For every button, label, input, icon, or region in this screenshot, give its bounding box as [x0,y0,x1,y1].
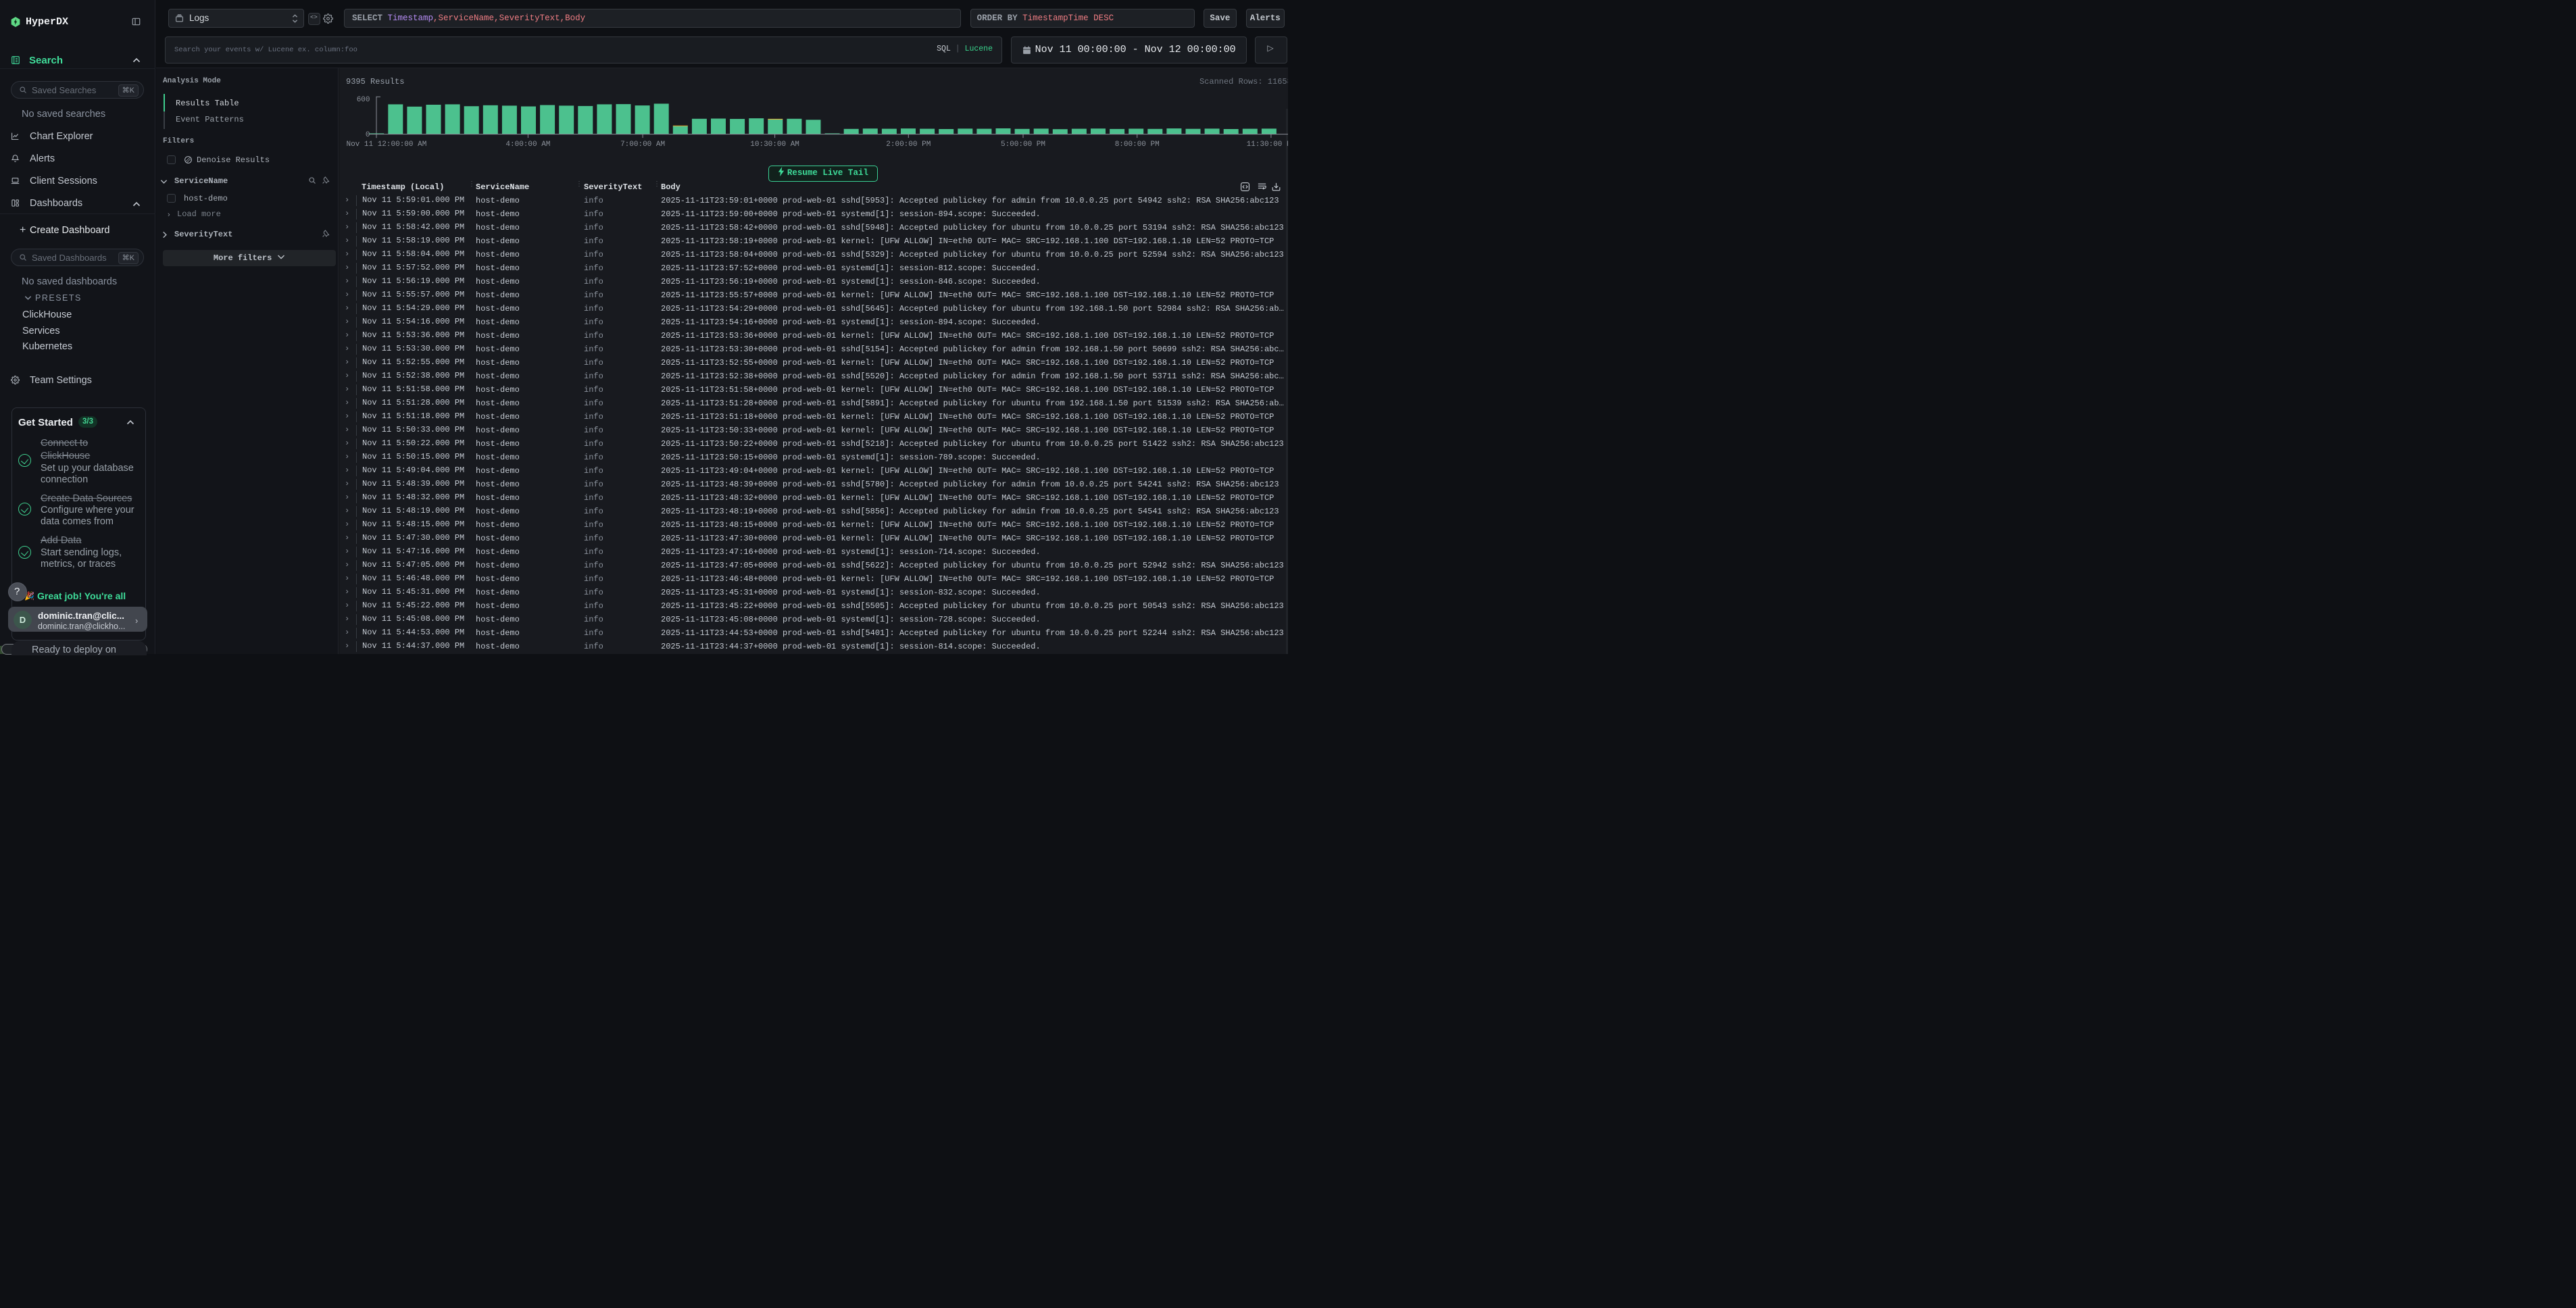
svg-text:8:00:00 PM: 8:00:00 PM [1115,141,1160,149]
svg-text:2:00:00 PM: 2:00:00 PM [886,141,931,149]
svg-text:0: 0 [366,131,370,139]
svg-text:Nov 11 12:00:00 AM: Nov 11 12:00:00 AM [346,141,426,149]
svg-text:600: 600 [357,96,370,104]
svg-text:11:30:00 PM: 11:30:00 PM [1247,141,1288,149]
svg-text:7:00:00 AM: 7:00:00 AM [620,141,665,149]
svg-text:5:00:00 PM: 5:00:00 PM [1001,141,1045,149]
svg-text:4:00:00 AM: 4:00:00 AM [505,141,550,149]
svg-text:10:30:00 AM: 10:30:00 AM [750,141,799,149]
